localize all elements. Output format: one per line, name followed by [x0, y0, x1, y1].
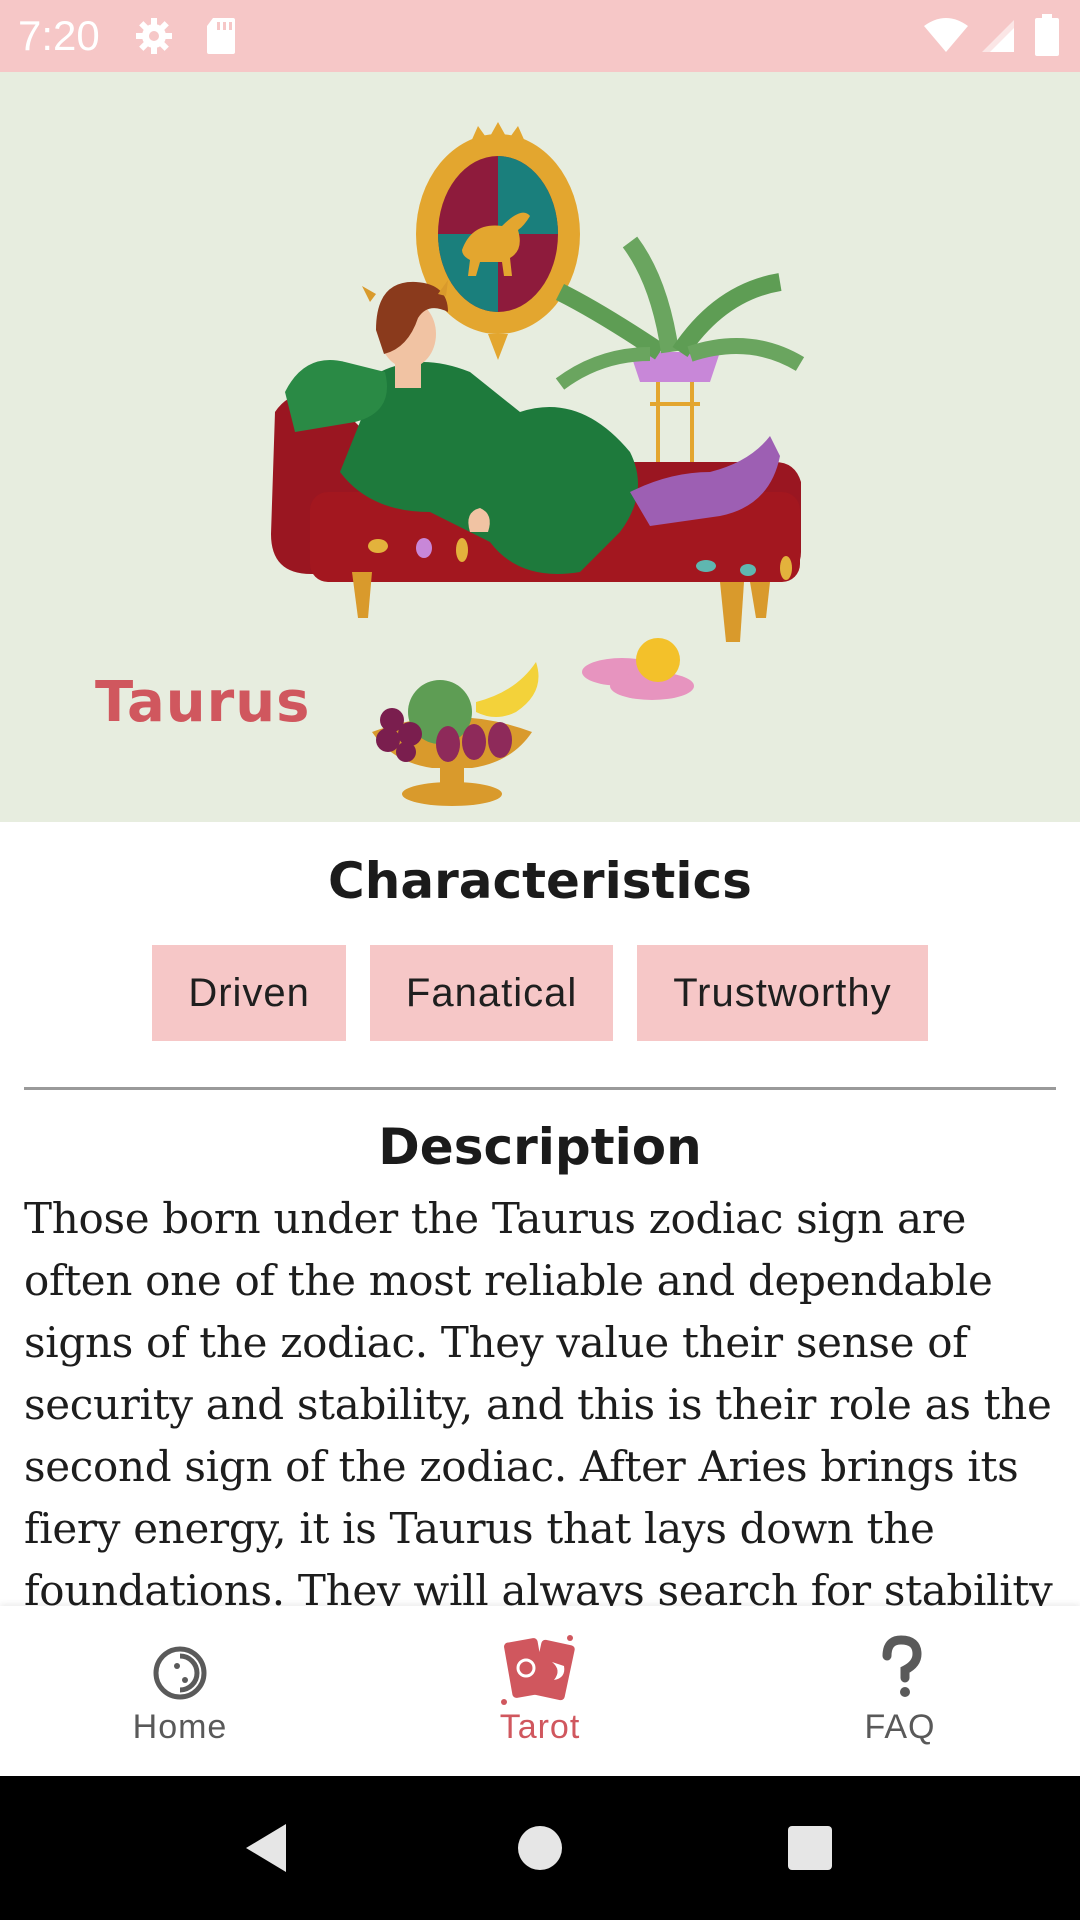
battery-icon [1035, 14, 1059, 56]
recents-icon[interactable] [780, 1818, 840, 1878]
sd-card-icon [207, 18, 235, 54]
section-divider [24, 1087, 1056, 1090]
trait-chip: Fanatical [369, 945, 614, 1041]
back-icon[interactable] [238, 1818, 298, 1878]
trait-chip: Driven [152, 945, 346, 1041]
nav-item-tarot[interactable]: Tarot [360, 1606, 720, 1776]
description-heading: Description [378, 1118, 702, 1176]
wifi-icon [924, 18, 968, 52]
trait-chip: Trustworthy [637, 945, 928, 1041]
system-navigation-bar [0, 1776, 1080, 1920]
status-bar: 7:20 [0, 0, 1080, 72]
gear-icon [136, 18, 172, 54]
home-icon [153, 1646, 207, 1700]
signal-icon [982, 20, 1014, 52]
home-circle-icon[interactable] [510, 1818, 570, 1878]
description-text: Those born under the Taurus zodiac sign … [24, 1194, 1053, 1606]
tarot-cards-icon [501, 1635, 575, 1705]
bottom-navigation: Home Tarot FAQ [0, 1606, 1080, 1776]
hero-banner: Taurus [0, 72, 1080, 822]
nav-item-home[interactable]: Home [0, 1606, 360, 1776]
question-mark-icon [882, 1635, 922, 1697]
fruit-bowl [372, 662, 539, 806]
slippers [582, 638, 694, 700]
zodiac-sign-name: Taurus [95, 670, 311, 735]
nav-label-faq: FAQ [864, 1708, 936, 1746]
nav-item-faq[interactable]: FAQ [720, 1606, 1080, 1776]
nav-label-tarot: Tarot [499, 1708, 581, 1746]
mirror-frame [416, 122, 580, 360]
status-time: 7:20 [18, 12, 100, 59]
nav-label-home: Home [132, 1708, 228, 1746]
characteristics-heading: Characteristics [328, 852, 752, 910]
trait-chips: Driven Fanatical Trustworthy [0, 945, 1080, 1041]
